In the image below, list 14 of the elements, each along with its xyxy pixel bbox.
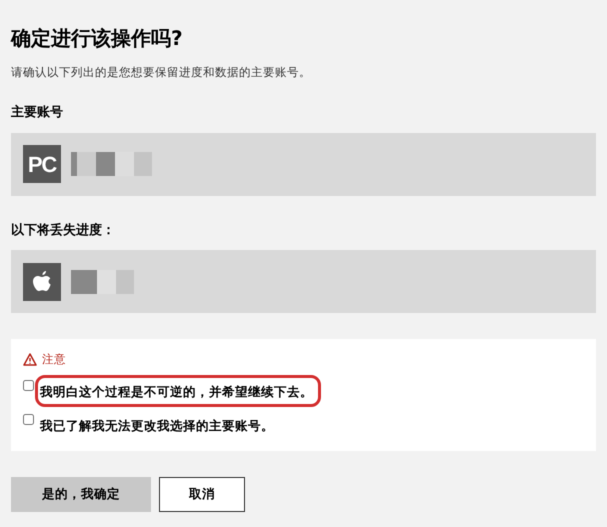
description: 请确认以下列出的是您想要保留进度和数据的主要账号。 <box>11 64 312 81</box>
section-label: 主要账号 <box>11 104 64 122</box>
section-label: 以下将丢失进度： <box>11 222 116 240</box>
checkbox-label: 我明白这个过程是不可逆的，并希望继续下去。 <box>40 384 313 398</box>
cancel-button[interactable]: 取消 <box>159 476 245 512</box>
pc-logo: PC <box>23 145 61 184</box>
checkbox[interactable] <box>23 380 34 390</box>
apple-logo-icon <box>23 262 61 301</box>
checkbox-label: 我已了解我无法更改我选择的主要账号。 <box>40 418 274 432</box>
notice-title: 注意 <box>42 351 66 368</box>
warning-icon <box>23 353 37 366</box>
dialog-title: 确定进行该操作吗? <box>11 25 184 52</box>
confirm-button[interactable]: 是的，我确定 <box>11 476 151 512</box>
checkbox[interactable] <box>23 414 34 424</box>
